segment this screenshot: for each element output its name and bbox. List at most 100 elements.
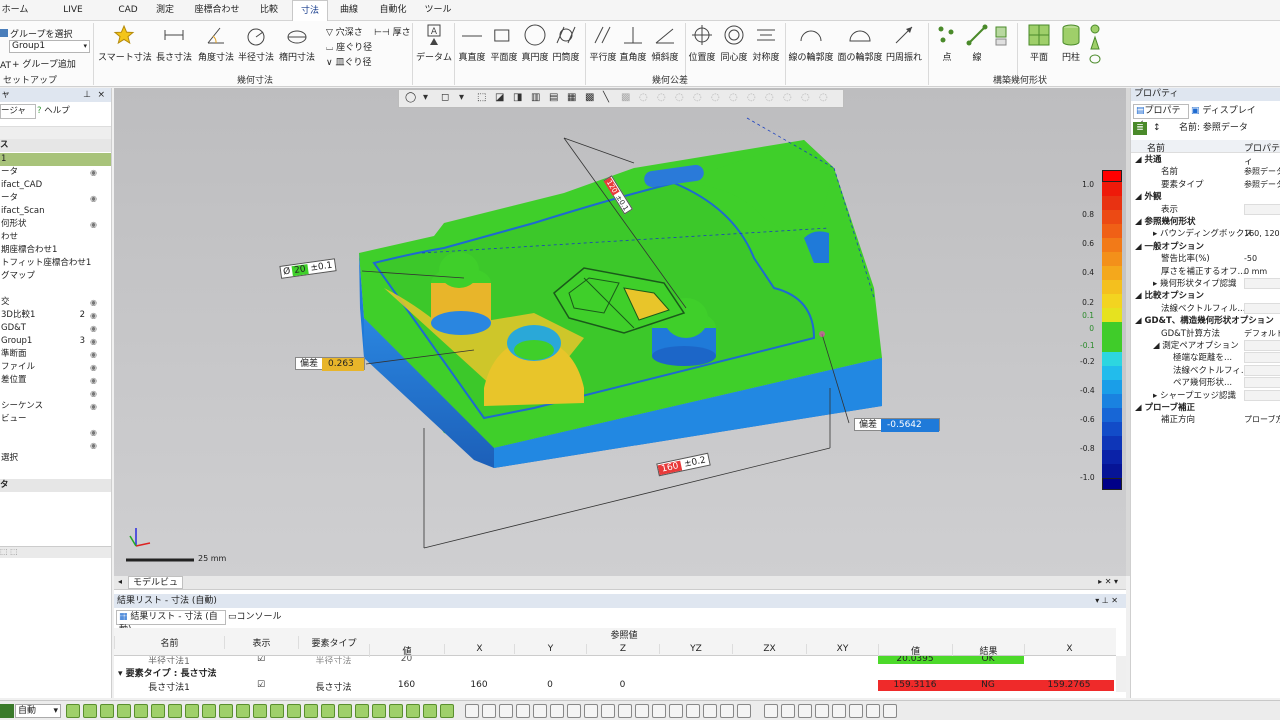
status-tool-icon[interactable] (338, 704, 352, 718)
prop-value[interactable] (1244, 352, 1280, 364)
status-tool-icon[interactable] (287, 704, 301, 718)
table-row[interactable]: 半径寸法1 ☑ 半径寸法 20 20.0395 OK (114, 656, 1116, 664)
status-tool-icon[interactable] (516, 704, 530, 718)
radius-dimension-button[interactable]: 半径寸法 (236, 23, 276, 63)
status-tool-icon[interactable] (321, 704, 335, 718)
status-tool-icon[interactable] (601, 704, 615, 718)
column-header[interactable]: 要素タイプ (298, 636, 369, 649)
flatness-button[interactable]: 平面度 (488, 23, 520, 63)
length-dimension-button[interactable]: 長さ寸法 (154, 23, 194, 63)
tab-dimension[interactable]: 寸法 (292, 0, 328, 21)
view-tool-icon[interactable]: ◻ (441, 92, 449, 103)
view-tool-icon[interactable]: ▾ (459, 92, 464, 103)
prop-group[interactable]: ◢ 外観 (1131, 191, 1280, 203)
status-tool-icon[interactable] (423, 704, 437, 718)
status-tool-icon[interactable] (533, 704, 547, 718)
view-tool-icon[interactable]: ◌ (729, 92, 738, 103)
tab-properties[interactable]: ▤プロパティ (1133, 104, 1189, 129)
part-model[interactable] (359, 117, 882, 549)
tree-item[interactable]: 交 ◉ (0, 296, 111, 309)
status-tool-icon[interactable] (406, 704, 420, 718)
ellipse-dimension-button[interactable]: 楕円寸法 (277, 23, 317, 63)
tab-results-list[interactable]: ▦ 結果リスト - 寸法 (自動) (116, 610, 226, 635)
status-tool-icon[interactable] (703, 704, 717, 718)
prop-row[interactable]: 極端な距離を... (1131, 352, 1280, 364)
construct-shapes-button[interactable] (1086, 23, 1104, 70)
prop-value[interactable]: 参照データ (1244, 179, 1280, 190)
prop-value[interactable]: 0 mm (1244, 266, 1280, 277)
status-tool-icon[interactable] (815, 704, 829, 718)
prop-value[interactable] (1244, 364, 1280, 376)
column-header[interactable]: Y (514, 644, 586, 654)
tab-automation[interactable]: 自動化 (374, 0, 412, 21)
eye-icon[interactable]: ◉ (90, 309, 97, 322)
group-select[interactable]: Group1 ▾ (9, 40, 90, 53)
tree-item[interactable]: 何形状 ◉ (0, 218, 111, 231)
eye-icon[interactable]: ◉ (90, 192, 97, 205)
tree-item[interactable]: 期座標合わせ1 (0, 244, 111, 257)
column-header[interactable]: Z (586, 644, 659, 654)
prop-row[interactable]: 要素タイプ 参照データ (1131, 179, 1280, 191)
status-tool-icon[interactable] (253, 704, 267, 718)
prop-row[interactable]: ◢ 測定ペアオプション (1131, 340, 1280, 352)
tab-live-capture[interactable]: LIVE CAPTURE (42, 0, 104, 36)
smart-dimension-button[interactable]: スマート寸法 (98, 23, 152, 63)
status-tool-icon[interactable] (100, 704, 114, 718)
prop-row[interactable]: ▸ 幾何形状タイプ認識 (1131, 278, 1280, 290)
categorized-icon[interactable]: ≣ (1133, 122, 1147, 135)
eye-icon[interactable]: ◉ (90, 322, 97, 335)
view-tool-icon[interactable]: ⬚ (477, 92, 486, 103)
eye-icon[interactable]: ◉ (90, 374, 97, 387)
tab-alignment[interactable]: 座標合わせ (190, 0, 244, 21)
view-tool-icon[interactable]: ◌ (639, 92, 648, 103)
status-tool-icon[interactable] (883, 704, 897, 718)
prop-value[interactable]: 160, 120, 40 (1244, 228, 1280, 239)
status-tool-icon[interactable] (389, 704, 403, 718)
tree-item[interactable]: トフィット座標合わせ1 (0, 257, 111, 270)
prop-value[interactable] (1244, 340, 1280, 351)
plane-button[interactable]: 平面 (1022, 23, 1056, 63)
column-header[interactable]: X (444, 644, 514, 654)
eye-icon[interactable]: ◉ (90, 439, 97, 452)
view-tool-icon[interactable]: ▩ (621, 92, 630, 103)
eye-icon[interactable]: ◉ (90, 361, 97, 374)
status-tool-icon[interactable] (584, 704, 598, 718)
prop-value[interactable]: 参照データ (1244, 166, 1280, 177)
view-tool-icon[interactable]: ◌ (747, 92, 756, 103)
view-tool-icon[interactable]: ◨ (513, 92, 522, 103)
tree-item[interactable]: ◉ (0, 439, 111, 452)
eye-icon[interactable]: ◉ (90, 387, 97, 400)
deviation-tag-1[interactable]: 偏差 0.263 (295, 357, 366, 371)
view-tool-icon[interactable]: ▩ (585, 92, 594, 103)
view-tool-icon[interactable]: ▤ (549, 92, 558, 103)
view-tool-icon[interactable]: ◌ (783, 92, 792, 103)
view-tool-icon[interactable]: ▦ (567, 92, 576, 103)
prop-row[interactable]: ▸ バウンディングボックス160, 120, 40 (1131, 228, 1280, 240)
status-tool-icon[interactable] (372, 704, 386, 718)
prop-value[interactable] (1244, 278, 1280, 289)
view-tool-icon[interactable]: ◌ (801, 92, 810, 103)
tree-item[interactable]: ifact_Scan (0, 205, 111, 218)
model-canvas[interactable] (114, 88, 1126, 576)
symmetry-button[interactable]: 対称度 (750, 23, 782, 63)
prop-value[interactable] (1244, 389, 1280, 401)
table-scrollbar[interactable] (1116, 656, 1126, 692)
eye-icon[interactable]: ◉ (90, 296, 97, 309)
tab-console[interactable]: ▭コンソール (228, 611, 298, 625)
tree-item[interactable]: グマップ (0, 270, 111, 283)
status-tool-icon[interactable] (499, 704, 513, 718)
status-tool-icon[interactable] (866, 704, 880, 718)
status-tool-icon[interactable] (686, 704, 700, 718)
close-icon[interactable]: × (97, 88, 105, 102)
datum-button[interactable]: A データム (416, 23, 452, 63)
prop-value[interactable] (1244, 203, 1280, 215)
status-tool-icon[interactable] (355, 704, 369, 718)
tree-item[interactable]: 3D比較1 2 ◉ (0, 309, 111, 322)
tree-item[interactable]: ータ ◉ (0, 192, 111, 205)
straightness-button[interactable]: 真直度 (456, 23, 488, 63)
status-tool-icon[interactable] (185, 704, 199, 718)
tree-item[interactable]: ビュー (0, 413, 111, 426)
line-profile-button[interactable]: 線の輪郭度 (786, 23, 836, 63)
prop-group[interactable]: ◢ 一般オプション (1131, 241, 1280, 253)
scroll-left-icon[interactable]: ◂ (118, 577, 122, 586)
